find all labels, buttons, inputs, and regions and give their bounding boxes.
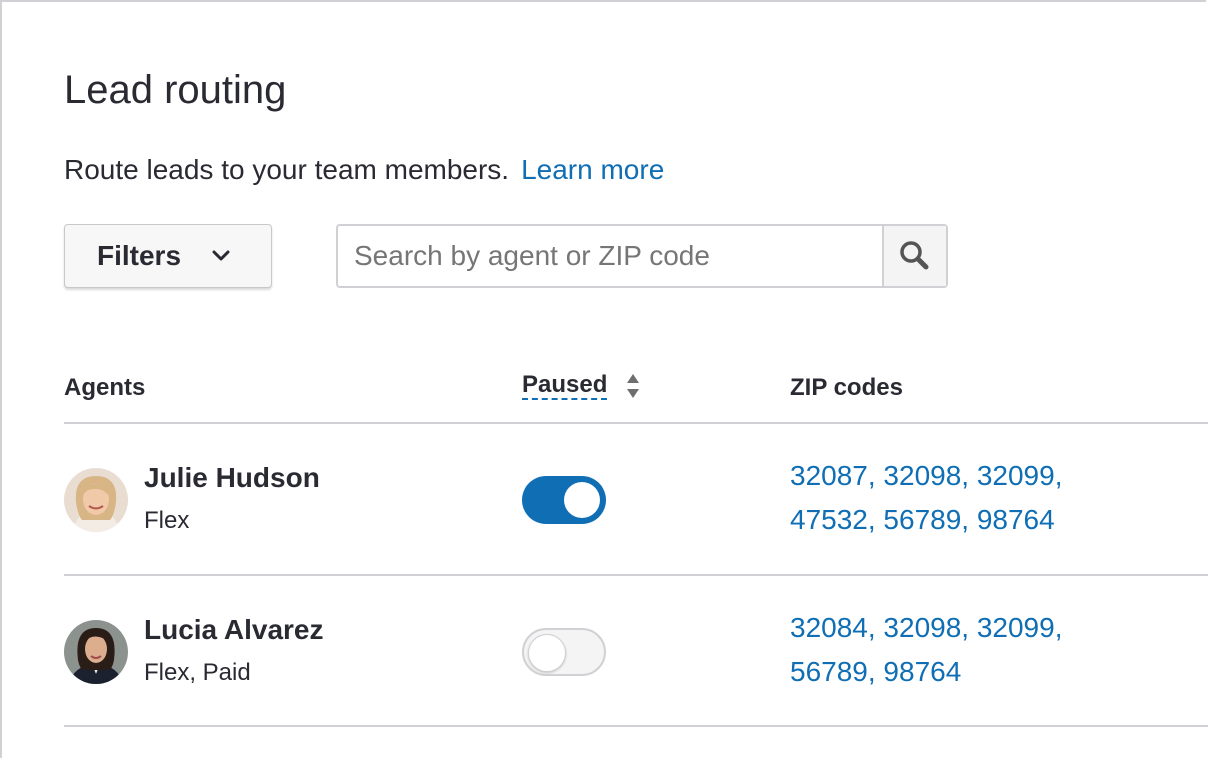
description-text: Route leads to your team members. — [64, 154, 510, 185]
filters-button[interactable]: Filters — [64, 224, 272, 288]
avatar — [64, 620, 128, 684]
column-header-agents: Agents — [64, 374, 146, 401]
column-header-paused[interactable]: Paused — [522, 372, 641, 400]
table-row: Julie Hudson Flex 32087, 32098, 32099, 4… — [64, 424, 1208, 574]
chevron-down-icon — [212, 250, 230, 261]
zip-codes[interactable]: 32084, 32098, 32099, 56789, 98764 — [790, 606, 1062, 694]
zip-codes-line[interactable]: 32087, 32098, 32099, — [790, 454, 1062, 498]
paused-toggle[interactable] — [522, 476, 606, 524]
search-button[interactable] — [882, 226, 946, 286]
column-header-zip-codes: ZIP codes — [790, 374, 903, 401]
toggle-knob — [564, 482, 600, 518]
zip-codes[interactable]: 32087, 32098, 32099, 47532, 56789, 98764 — [790, 454, 1062, 542]
row-divider — [64, 725, 1208, 727]
filters-label: Filters — [97, 240, 182, 271]
agent-type: Flex — [144, 507, 190, 534]
search-icon — [900, 241, 929, 270]
learn-more-link[interactable]: Learn more — [521, 154, 664, 185]
paused-toggle[interactable] — [522, 628, 606, 676]
sort-icon[interactable] — [625, 372, 641, 400]
page-title: Lead routing — [64, 68, 287, 112]
agent-type: Flex, Paid — [144, 659, 251, 686]
agent-name: Lucia Alvarez — [144, 614, 324, 645]
page-description: Route leads to your team members. Learn m… — [64, 152, 664, 188]
table-row: Lucia Alvarez Flex, Paid 32084, 32098, 3… — [64, 576, 1208, 726]
avatar — [64, 468, 128, 532]
paused-header-label[interactable]: Paused — [522, 372, 608, 400]
search-input[interactable] — [338, 226, 882, 286]
search-box — [336, 224, 948, 288]
agent-name: Julie Hudson — [144, 462, 320, 493]
zip-codes-line[interactable]: 56789, 98764 — [790, 650, 1062, 694]
toggle-knob — [528, 634, 566, 672]
zip-codes-line[interactable]: 47532, 56789, 98764 — [790, 498, 1062, 542]
zip-codes-line[interactable]: 32084, 32098, 32099, — [790, 606, 1062, 650]
